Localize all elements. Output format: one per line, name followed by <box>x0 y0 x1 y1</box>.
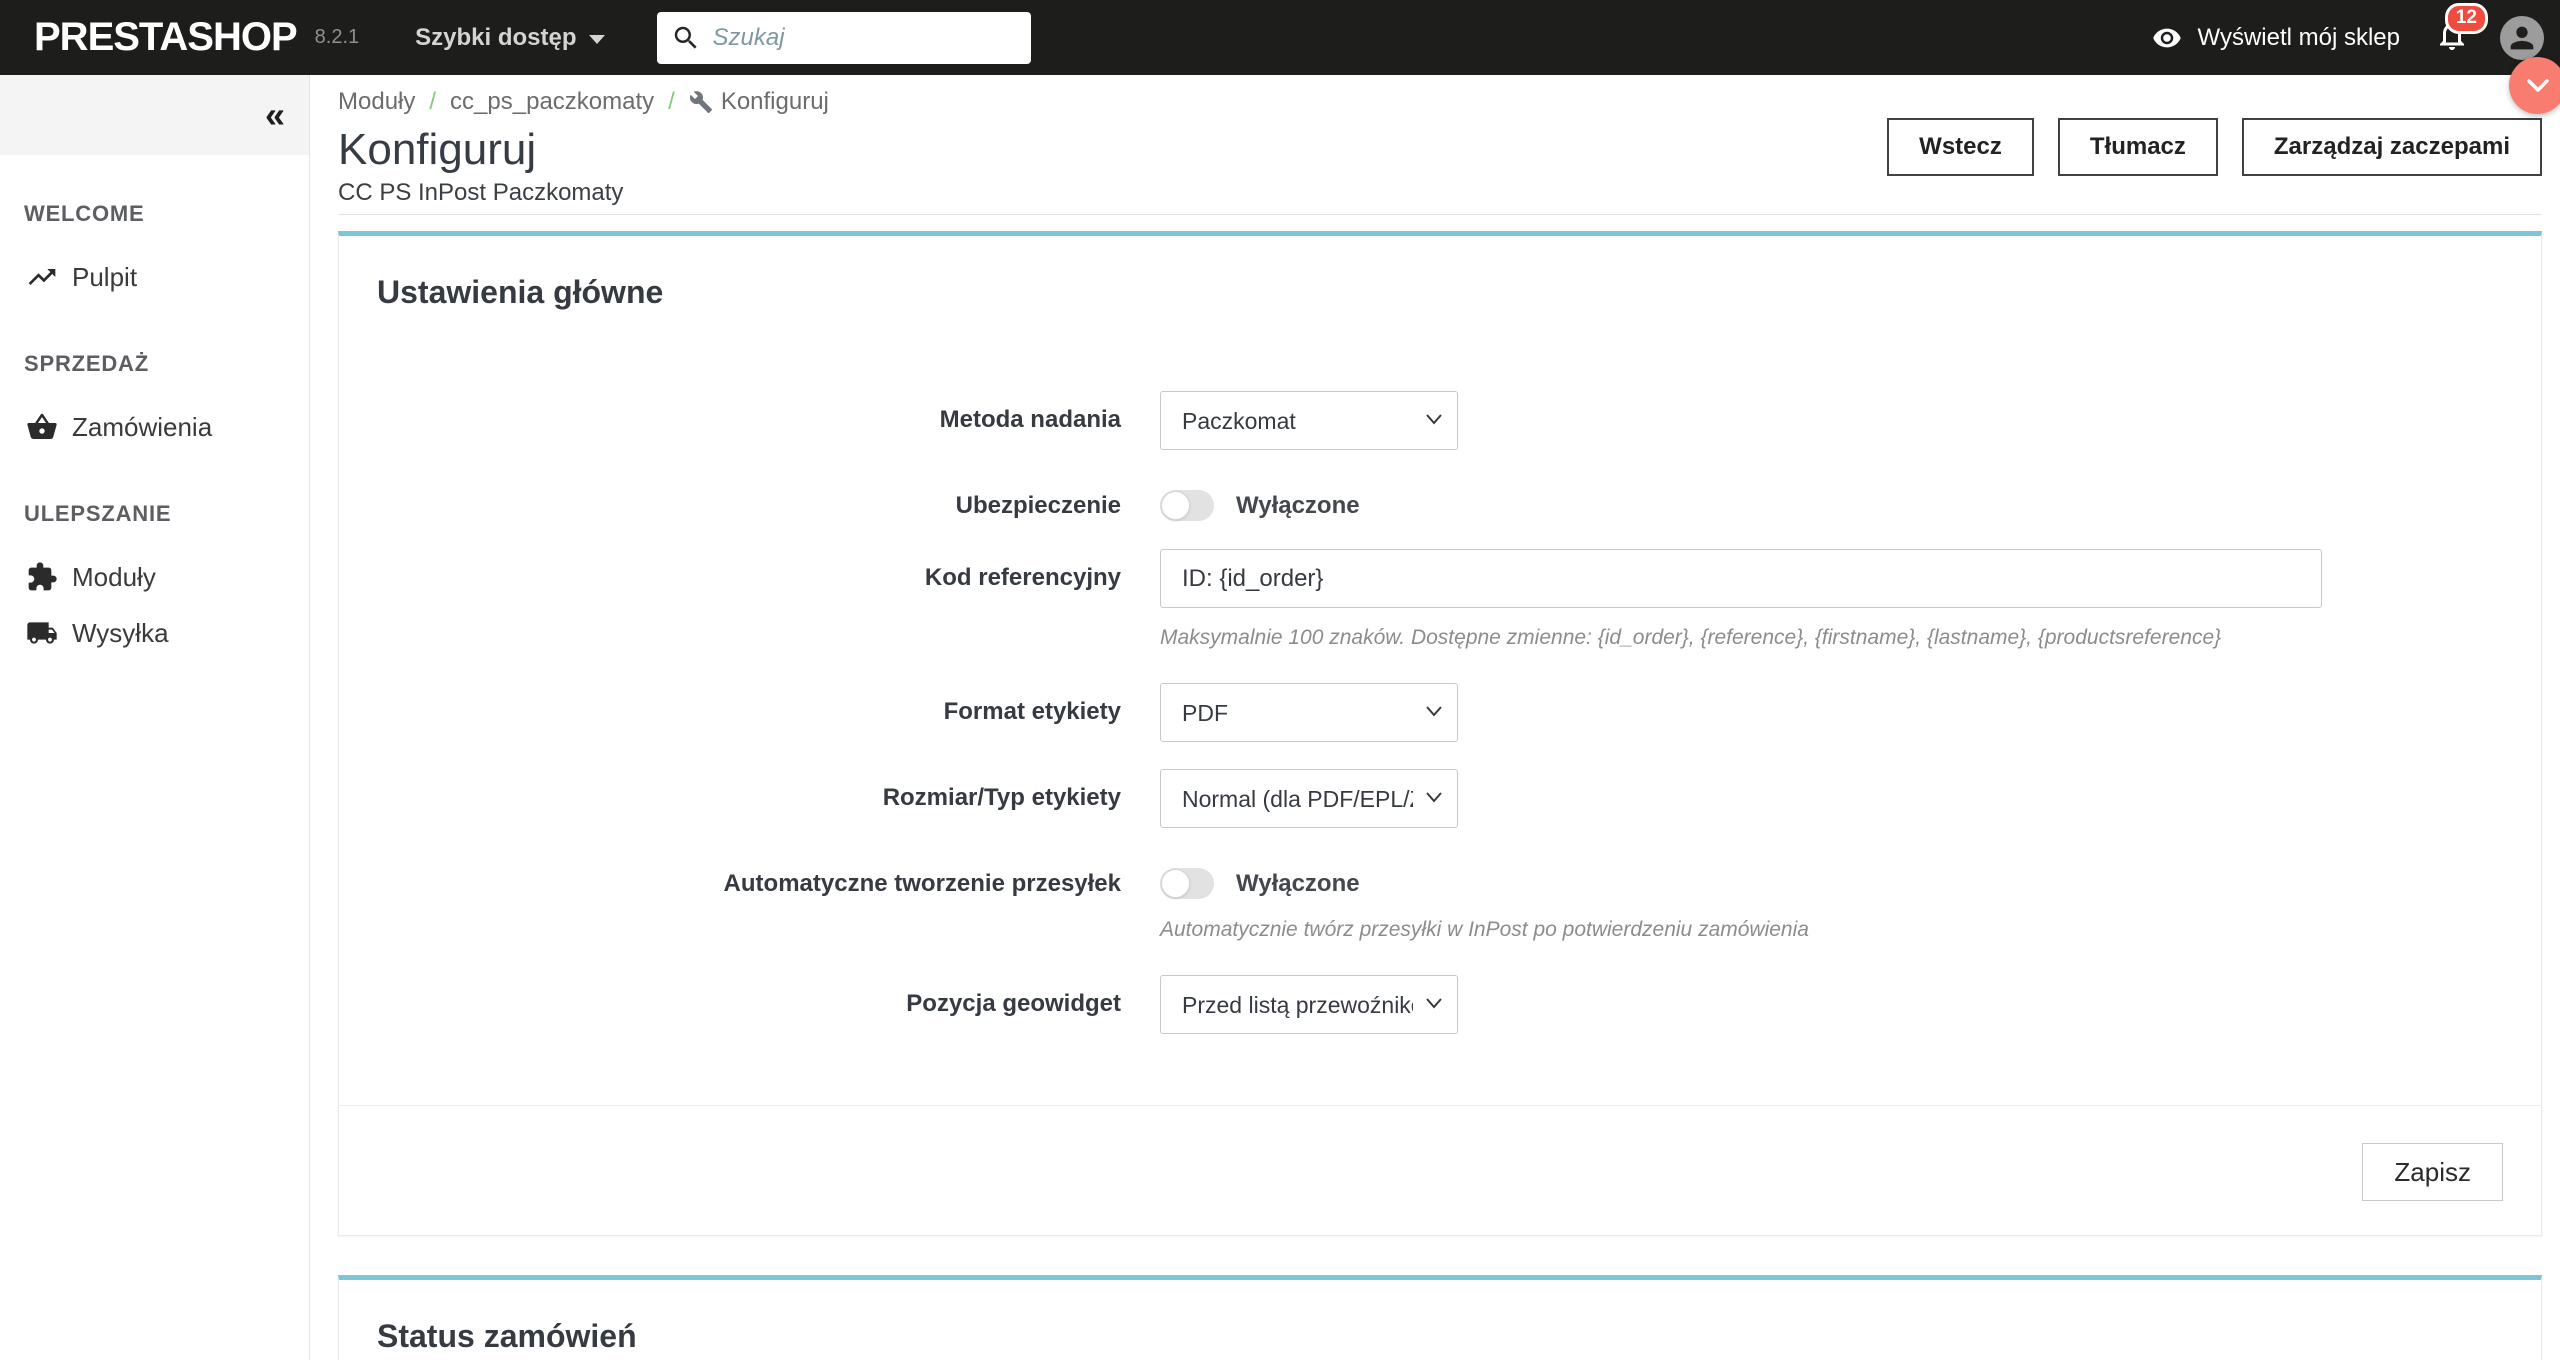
version-label: 8.2.1 <box>314 26 360 48</box>
search-icon <box>674 26 697 49</box>
pozycja-geowidget-select-wrap: Przed listą przewoźników <box>1160 975 1458 1034</box>
manage-hooks-button[interactable]: Zarządzaj zaczepami <box>2241 118 2542 176</box>
panel-title: Ustawienia główne <box>377 274 664 310</box>
puzzle-icon <box>26 561 58 593</box>
sidebar-section-ulepszanie: ULEPSZANIE Moduły Wysyłka <box>0 501 309 661</box>
section-title: ULEPSZANIE <box>24 501 172 526</box>
sidebar-item-label: Pulpit <box>72 261 138 292</box>
sidebar-section-welcome: WELCOME Pulpit <box>0 201 309 305</box>
top-header: PRESTASHOP 8.2.1 Szybki dostęp Wyświetl … <box>0 0 2560 75</box>
collapse-sidebar-button[interactable]: « <box>265 97 285 133</box>
kod-referencyjny-input[interactable] <box>1160 549 2322 608</box>
sidebar: « WELCOME Pulpit SPRZEDAŻ Zamówienia ULE… <box>0 75 310 1360</box>
content-area: Moduły / cc_ps_paczkomaty / Konfiguruj K… <box>310 75 2560 1360</box>
sidebar-item-wysylka[interactable]: Wysyłka <box>0 605 309 661</box>
breadcrumb: Moduły / cc_ps_paczkomaty / Konfiguruj <box>338 88 2542 116</box>
field-label: Pozycja geowidget <box>906 990 1121 1017</box>
trending-up-icon <box>26 261 58 293</box>
pozycja-geowidget-select[interactable]: Przed listą przewoźników <box>1160 975 1458 1034</box>
field-label: Kod referencyjny <box>924 564 1121 591</box>
breadcrumb-konfiguruj: Konfiguruj <box>720 88 829 115</box>
field-help-text: Maksymalnie 100 znaków. Dostępne zmienne… <box>1160 626 2222 649</box>
page-toolbar: Wstecz Tłumacz Zarządzaj zaczepami <box>1887 118 2542 176</box>
announcements-fab[interactable] <box>2509 57 2560 114</box>
sidebar-collapse-bar: « <box>0 75 309 155</box>
chevron-down-icon <box>2526 78 2549 92</box>
quick-access-menu[interactable]: Szybki dostęp <box>415 23 605 52</box>
form-row-auto-tworzenie: Automatyczne tworzenie przesyłek Wyłączo… <box>339 867 2541 944</box>
settings-form: Metoda nadania Paczkomat Ubezpieczenie W… <box>339 391 2541 1105</box>
ubezpieczenie-toggle[interactable] <box>1160 490 1214 521</box>
field-help-text: Automatycznie twórz przesyłki w InPost p… <box>1160 918 1809 941</box>
sidebar-item-zamowienia[interactable]: Zamówienia <box>0 399 309 455</box>
field-label: Automatyczne tworzenie przesyłek <box>723 870 1121 897</box>
header-search[interactable] <box>656 11 1031 64</box>
order-status-panel: Status zamówień <box>338 1275 2542 1360</box>
page-subtitle: CC PS InPost Paczkomaty <box>338 179 624 206</box>
breadcrumb-separator: / <box>429 88 437 115</box>
breadcrumb-separator: / <box>668 88 675 115</box>
section-title: WELCOME <box>24 201 145 226</box>
quick-access-label: Szybki dostęp <box>415 23 577 51</box>
shopping-basket-icon <box>26 411 58 443</box>
panel-title: Status zamówień <box>377 1318 637 1354</box>
eye-icon <box>2152 28 2181 47</box>
save-button[interactable]: Zapisz <box>2362 1143 2503 1201</box>
form-row-metoda-nadania: Metoda nadania Paczkomat <box>339 391 2541 450</box>
sidebar-item-label: Moduły <box>72 561 156 592</box>
form-row-format-etykiety: Format etykiety PDF <box>339 683 2541 742</box>
person-icon <box>2510 26 2534 49</box>
rozmiar-typ-select[interactable]: Normal (dla PDF/EPL/ZPL) <box>1160 769 1458 828</box>
view-shop-label: Wyświetl mój sklep <box>2197 23 2401 51</box>
card-footer: Zapisz <box>339 1105 2541 1235</box>
back-button[interactable]: Wstecz <box>1887 118 2034 176</box>
metoda-nadania-select-wrap: Paczkomat <box>1160 391 1458 450</box>
app-screen: PRESTASHOP 8.2.1 Szybki dostęp Wyświetl … <box>0 0 2560 1360</box>
metoda-nadania-select[interactable]: Paczkomat <box>1160 391 1458 450</box>
auto-tworzenie-toggle[interactable] <box>1160 868 1214 899</box>
main-settings-panel: Ustawienia główne Metoda nadania Paczkom… <box>338 231 2542 1236</box>
field-label: Metoda nadania <box>939 406 1121 433</box>
breadcrumb-module-name[interactable]: cc_ps_paczkomaty <box>450 88 654 116</box>
form-row-pozycja-geowidget: Pozycja geowidget Przed listą przewoźnik… <box>339 975 2541 1034</box>
content-header: Moduły / cc_ps_paczkomaty / Konfiguruj K… <box>338 75 2542 215</box>
section-title: SPRZEDAŻ <box>24 351 149 376</box>
format-etykiety-select-wrap: PDF <box>1160 683 1458 742</box>
sidebar-section-sprzedaz: SPRZEDAŻ Zamówienia <box>0 351 309 455</box>
notification-badge: 12 <box>2444 3 2488 34</box>
sidebar-item-pulpit[interactable]: Pulpit <box>0 249 309 305</box>
form-row-rozmiar-typ: Rozmiar/Typ etykiety Normal (dla PDF/EPL… <box>339 769 2541 828</box>
rozmiar-typ-select-wrap: Normal (dla PDF/EPL/ZPL) <box>1160 769 1458 828</box>
toggle-knob <box>1161 869 1190 898</box>
field-label: Rozmiar/Typ etykiety <box>882 784 1121 811</box>
form-row-ubezpieczenie: Ubezpieczenie Wyłączone <box>339 489 2541 522</box>
format-etykiety-select[interactable]: PDF <box>1160 683 1458 742</box>
toggle-state-label: Wyłączone <box>1236 491 1360 519</box>
search-input[interactable] <box>712 23 1003 52</box>
sidebar-nav: WELCOME Pulpit SPRZEDAŻ Zamówienia ULEPS… <box>0 155 309 661</box>
avatar[interactable] <box>2500 15 2544 60</box>
header-right-cluster: Wyświetl mój sklep 12 <box>2148 3 2544 60</box>
truck-icon <box>26 617 58 649</box>
translate-button[interactable]: Tłumacz <box>2057 118 2218 176</box>
toggle-state-label: Wyłączone <box>1236 869 1360 897</box>
field-label: Format etykiety <box>943 698 1121 725</box>
notifications-button[interactable]: 12 <box>2434 3 2488 58</box>
prestashop-logo[interactable]: PRESTASHOP <box>34 15 298 60</box>
toggle-knob <box>1161 491 1190 520</box>
field-label: Ubezpieczenie <box>955 492 1121 519</box>
form-row-kod-referencyjny: Kod referencyjny Maksymalnie 100 znaków.… <box>339 549 2541 652</box>
sidebar-item-label: Zamówienia <box>72 411 213 442</box>
caret-down-icon <box>588 34 605 44</box>
view-shop-link[interactable]: Wyświetl mój sklep <box>2148 23 2401 53</box>
sidebar-item-moduly[interactable]: Moduły <box>0 549 309 605</box>
breadcrumb-moduly[interactable]: Moduły <box>338 88 415 116</box>
sidebar-item-label: Wysyłka <box>72 617 169 648</box>
wrench-icon <box>689 91 712 113</box>
